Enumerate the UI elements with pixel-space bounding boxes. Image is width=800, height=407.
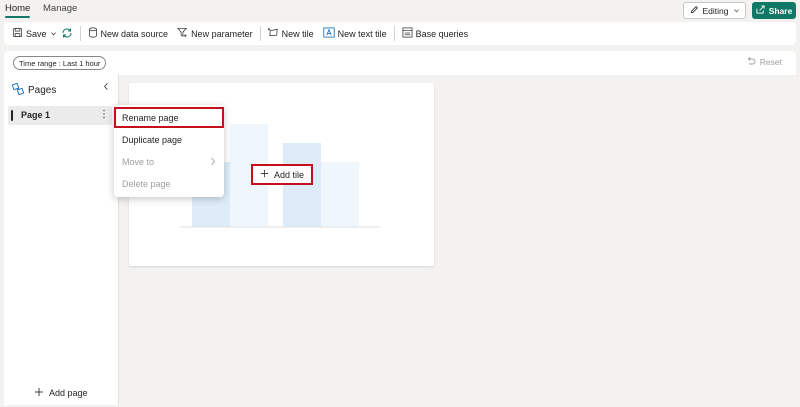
share-icon xyxy=(756,5,765,16)
undo-icon xyxy=(746,56,756,68)
move-to-label: Move to xyxy=(122,156,155,167)
menu-item-rename-page[interactable]: Rename page xyxy=(114,107,224,128)
chevron-left-icon[interactable] xyxy=(102,82,110,93)
plus-icon xyxy=(260,169,269,180)
reset-button[interactable]: Reset xyxy=(746,56,782,68)
more-options-icon[interactable] xyxy=(102,108,106,122)
toolbar-divider xyxy=(259,26,261,41)
menu-item-duplicate-page[interactable]: Duplicate page xyxy=(114,129,224,150)
refresh-icon xyxy=(61,27,73,41)
page-label: Page 1 xyxy=(21,110,51,120)
placeholder-bar xyxy=(283,143,321,227)
save-icon xyxy=(12,27,23,40)
chevron-right-icon xyxy=(210,157,216,168)
share-button[interactable]: Share xyxy=(752,2,796,19)
chevron-down-icon xyxy=(50,29,57,39)
tab-manage[interactable]: Manage xyxy=(43,3,77,14)
tile-add-icon xyxy=(267,27,279,40)
pages-panel: Pages Page 1 Add page xyxy=(4,75,119,405)
placeholder-bar xyxy=(321,162,359,227)
database-icon xyxy=(88,27,98,40)
time-range-filter[interactable]: Time range : Last 1 hour xyxy=(13,56,107,70)
new-tile-label: New tile xyxy=(281,28,314,39)
add-page-button[interactable]: Add page xyxy=(34,387,88,399)
toolbar-divider xyxy=(393,26,395,41)
new-text-tile-label: New text tile xyxy=(337,28,387,39)
active-tab-indicator xyxy=(5,16,30,18)
selected-page-indicator xyxy=(11,110,13,121)
save-button[interactable]: Save xyxy=(10,25,59,42)
page-context-menu: Rename page Duplicate page Move to Delet… xyxy=(114,105,224,197)
plus-icon xyxy=(34,387,44,399)
text-tile-icon xyxy=(322,27,335,40)
base-queries-icon xyxy=(402,27,413,40)
pages-header: Pages xyxy=(11,82,57,98)
add-tile-label: Add tile xyxy=(273,169,305,180)
editing-mode-button[interactable]: Editing xyxy=(683,2,746,19)
pages-icon xyxy=(11,82,25,98)
base-queries-label: Base queries xyxy=(415,28,469,39)
editing-label: Editing xyxy=(702,5,729,16)
menu-item-move-to: Move to xyxy=(114,151,224,172)
pages-title: Pages xyxy=(28,85,57,96)
new-text-tile-button[interactable]: New text tile xyxy=(321,25,389,42)
filter-bar: Time range : Last 1 hour Reset xyxy=(4,51,796,75)
ribbon-toolbar: Save New data source New parameter New t… xyxy=(4,22,796,45)
add-page-label: Add page xyxy=(49,388,88,398)
menu-item-delete-page: Delete page xyxy=(122,178,171,189)
new-parameter-button[interactable]: New parameter xyxy=(175,25,255,42)
filter-add-icon xyxy=(177,27,188,40)
tab-home[interactable]: Home xyxy=(5,3,30,14)
new-data-source-button[interactable]: New data source xyxy=(86,25,171,42)
reset-label: Reset xyxy=(759,57,782,67)
base-queries-button[interactable]: Base queries xyxy=(400,25,471,42)
chevron-down-icon xyxy=(733,6,740,16)
new-tile-button[interactable]: New tile xyxy=(266,25,316,42)
refresh-button[interactable] xyxy=(59,25,75,42)
toolbar-divider xyxy=(79,26,81,41)
new-data-source-label: New data source xyxy=(100,28,169,39)
top-bar: Home Manage Editing Share xyxy=(0,0,800,20)
share-label: Share xyxy=(768,5,793,16)
pencil-icon xyxy=(690,5,699,16)
new-parameter-label: New parameter xyxy=(191,28,253,39)
save-label: Save xyxy=(26,28,47,39)
add-tile-button[interactable]: Add tile xyxy=(251,164,313,185)
page-list-item[interactable]: Page 1 xyxy=(8,106,112,125)
